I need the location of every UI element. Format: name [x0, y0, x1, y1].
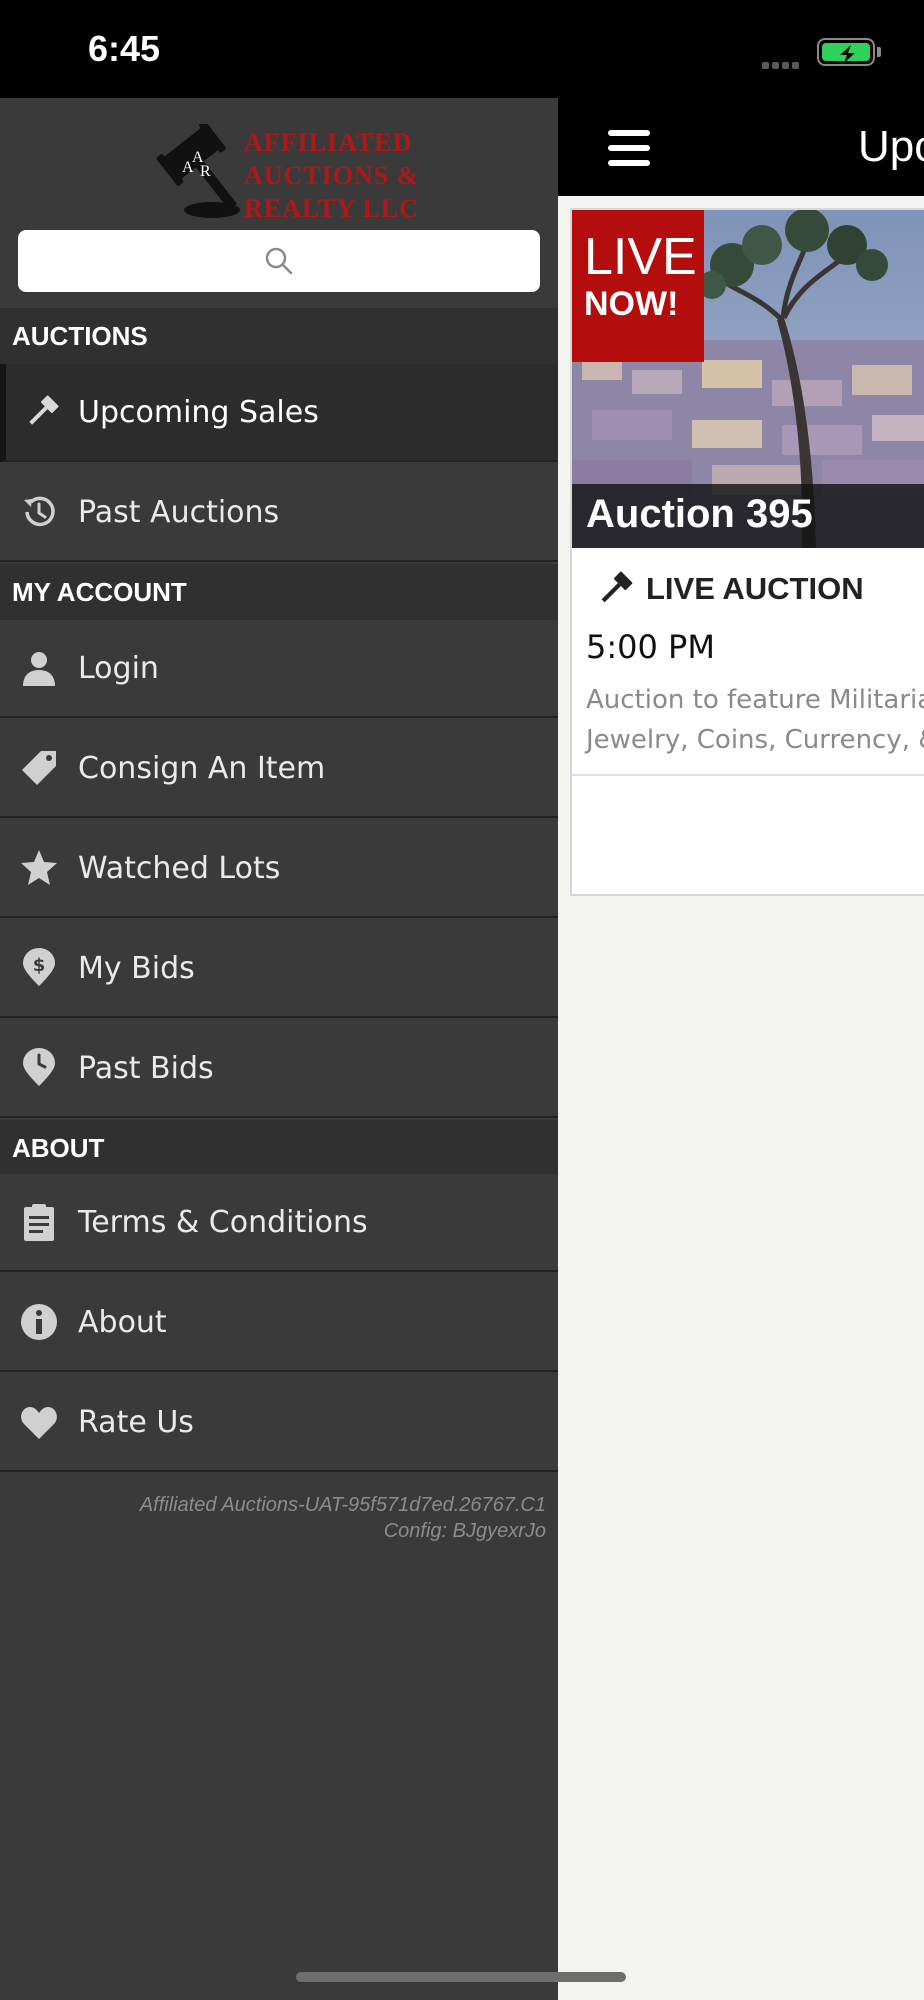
sidebar-item-label: About [78, 1304, 167, 1340]
tag-icon [0, 719, 78, 817]
sidebar-item-consign[interactable]: Consign An Item [0, 720, 558, 818]
history-icon [0, 463, 78, 561]
sidebar-item-label: Past Auctions [78, 494, 280, 530]
user-icon [0, 619, 78, 717]
auction-image: LIVE NOW! Auction 395 [572, 210, 924, 548]
sidebar-item-terms[interactable]: Terms & Conditions [0, 1174, 558, 1272]
svg-text:R: R [200, 163, 211, 180]
top-navigation-bar: Upcoming Sales [558, 98, 924, 196]
hamburger-menu-icon[interactable] [608, 130, 650, 166]
search-icon [265, 247, 293, 275]
clock-pin-icon [0, 1019, 78, 1117]
version-info: Affiliated Auctions-UAT-95f571d7ed.26767… [139, 1494, 546, 1542]
signal-icon [762, 54, 806, 69]
status-bar: 6:45 [0, 0, 924, 98]
sidebar-item-past-auctions[interactable]: Past Auctions [0, 464, 558, 562]
sidebar-item-label: Past Bids [78, 1050, 214, 1086]
search-input[interactable] [18, 230, 540, 292]
main-content: Upcoming Sales [558, 98, 924, 2000]
auction-type-label: LIVE AUCTION [646, 571, 864, 606]
auction-time: 5:00 PM [586, 628, 715, 666]
sidebar-item-rate-us[interactable]: Rate Us [0, 1374, 558, 1472]
company-logo: A A R AFFILIATED AUCTIONS & REALTY LLC [142, 124, 432, 223]
sidebar-item-label: Upcoming Sales [78, 394, 319, 430]
svg-text:$: $ [33, 955, 46, 976]
sidebar-item-my-bids[interactable]: $ My Bids [0, 920, 558, 1018]
auction-description: Auction to feature Militaria, Jewelry, C… [586, 685, 924, 755]
gavel-icon [601, 571, 633, 603]
clipboard-icon [0, 1173, 78, 1271]
battery-icon [817, 38, 875, 66]
gavel-icon [6, 363, 78, 461]
home-indicator[interactable] [296, 1972, 626, 1982]
logo-wordmark: AFFILIATED AUCTIONS & REALTY LLC [244, 128, 420, 223]
sidebar-item-upcoming-sales[interactable]: Upcoming Sales [0, 364, 558, 462]
sidebar-item-label: Rate Us [78, 1404, 194, 1440]
info-icon [0, 1273, 78, 1371]
heart-icon [0, 1373, 78, 1471]
sidebar-item-about[interactable]: About [0, 1274, 558, 1372]
status-time: 6:45 [88, 28, 161, 69]
auction-card[interactable]: LIVE NOW! Auction 395 LIVE AUCTION 5:00 … [570, 208, 924, 896]
section-header-my-account: MY ACCOUNT [0, 564, 558, 620]
svg-text:A: A [182, 159, 194, 176]
sidebar-item-label: Watched Lots [78, 850, 281, 886]
section-header-about: ABOUT [0, 1120, 558, 1176]
sidebar-menu: A A R AFFILIATED AUCTIONS & REALTY LLC A… [0, 98, 558, 2000]
dollar-pin-icon: $ [0, 919, 78, 1017]
sidebar-item-label: My Bids [78, 950, 195, 986]
battery-cap [877, 47, 881, 57]
sidebar-item-watched-lots[interactable]: Watched Lots [0, 820, 558, 918]
section-header-auctions: AUCTIONS [0, 308, 558, 364]
card-divider [572, 774, 924, 776]
auction-title: Auction 395 [586, 492, 813, 536]
sidebar-item-login[interactable]: Login [0, 620, 558, 718]
auction-type-row: LIVE AUCTION [594, 568, 864, 610]
sidebar-item-past-bids[interactable]: Past Bids [0, 1020, 558, 1118]
sidebar-item-label: Consign An Item [78, 750, 326, 786]
live-now-badge: LIVE NOW! [572, 210, 704, 362]
gavel-logo-icon: A A R [156, 124, 240, 218]
star-icon [0, 819, 78, 917]
sidebar-item-label: Terms & Conditions [78, 1204, 368, 1240]
page-title: Upcoming Sales [858, 122, 924, 171]
auction-title-strip: Auction 395 [572, 484, 924, 548]
sidebar-item-label: Login [78, 650, 159, 686]
